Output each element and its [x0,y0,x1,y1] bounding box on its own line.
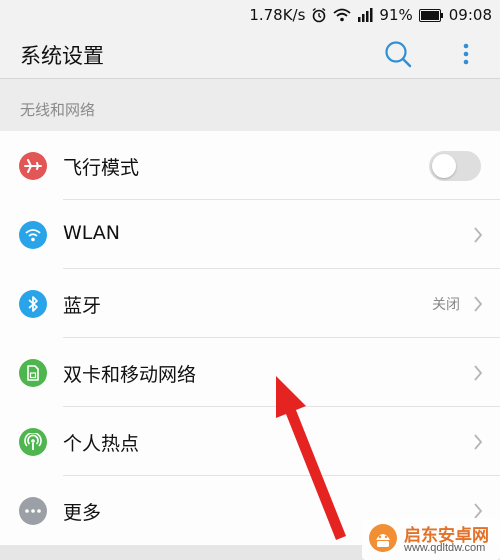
list-item-airplane-mode[interactable]: 飞行模式 [0,131,500,200]
watermark-url: www.qdltdw.com [404,542,486,554]
chevron-right-icon [474,365,483,381]
watermark-logo-icon [369,524,397,552]
wifi-icon [19,221,47,249]
toggle-knob [432,154,456,178]
red-arrow-icon [276,376,346,540]
chevron-right-icon [474,296,483,312]
hotspot-icon [19,428,47,456]
list-item-bluetooth[interactable]: 蓝牙 关闭 [0,269,500,338]
battery-icon [418,8,443,22]
watermark: 启东安卓网 www.qdltdw.com [362,518,500,560]
airplane-icon [19,152,47,180]
page-title: 系统设置 [20,44,104,68]
app-bar: 系统设置 [0,30,500,78]
net-speed: 1.78K/s [249,6,306,24]
item-label: 双卡和移动网络 [63,364,197,386]
clock: 09:08 [448,6,492,24]
airplane-mode-toggle[interactable] [429,151,481,181]
item-label: 个人热点 [63,433,140,455]
chevron-right-icon [474,434,483,450]
item-label: 蓝牙 [63,295,102,317]
wifi-icon [333,8,352,22]
section-title: 无线和网络 [20,101,96,119]
bluetooth-icon [19,290,47,318]
overflow-menu-button[interactable] [458,40,474,68]
item-label: WLAN [63,222,121,244]
list-item-dual-sim-mobile-network[interactable]: 双卡和移动网络 [0,338,500,407]
signal-icon [357,8,373,22]
search-icon [385,41,412,68]
item-label: 飞行模式 [63,157,140,179]
search-button[interactable] [382,38,414,70]
section-header: 无线和网络 [0,79,500,131]
status-bar: 1.78K/s 91% 09:08 [0,0,500,30]
item-label: 更多 [63,502,102,524]
alarm-icon [311,7,327,23]
more-vert-icon [463,43,469,65]
chevron-right-icon [474,227,483,243]
sim-card-icon [19,359,47,387]
list-item-personal-hotspot[interactable]: 个人热点 [0,407,500,476]
list-item-wlan[interactable]: WLAN [0,200,500,269]
battery-percent: 91% [379,6,413,24]
settings-list: 飞行模式 WLAN 蓝牙 关闭 双卡和移动网络 个人热点 更多 [0,131,500,545]
bluetooth-status: 关闭 [432,297,460,313]
more-horiz-icon [19,497,47,525]
